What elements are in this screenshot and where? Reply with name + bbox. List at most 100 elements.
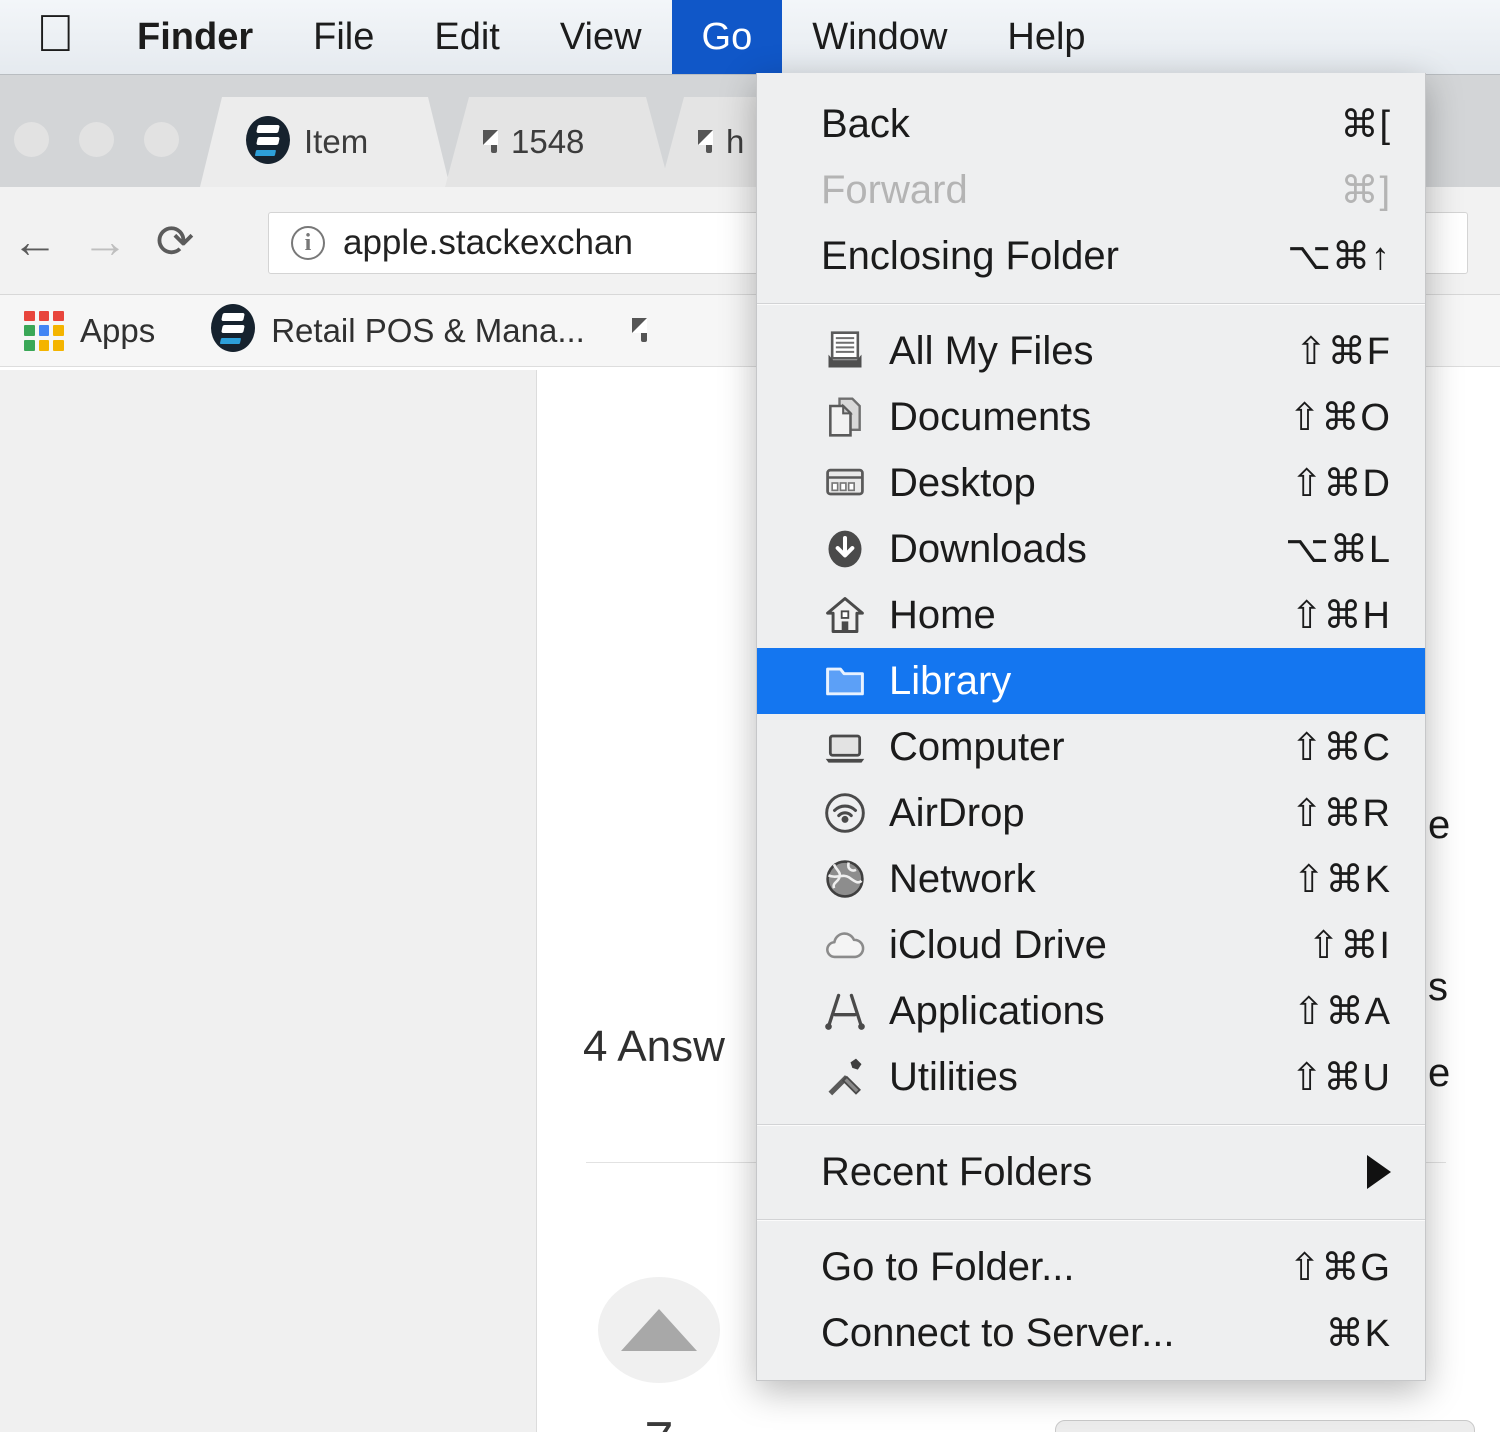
forward-arrow-icon[interactable]: → — [70, 218, 140, 264]
address-bar-url: apple.stackexchan — [343, 223, 633, 262]
menubar-item-edit-label: Edit — [395, 15, 499, 58]
menu-item-airdrop[interactable]: AirDrop ⇧⌘R — [757, 780, 1425, 846]
menu-item-icloud-drive[interactable]: iCloud Drive ⇧⌘I — [757, 912, 1425, 978]
menubar-item-file[interactable]: File — [283, 0, 404, 74]
folder-icon — [821, 659, 869, 703]
macos-menu-bar:  Finder File Edit View Go Window Help — [0, 0, 1500, 75]
page-left-sidebar — [0, 370, 537, 1432]
menu-separator — [757, 1219, 1425, 1220]
menu-item-forward-shortcut: ⌘] — [1340, 169, 1391, 212]
bookmark-document[interactable] — [627, 295, 661, 367]
menu-item-network-label: Network — [889, 856, 1036, 901]
menu-item-back[interactable]: Back ⌘[ — [757, 91, 1425, 157]
menu-item-downloads[interactable]: Downloads ⌥⌘L — [757, 516, 1425, 582]
menu-item-desktop[interactable]: Desktop ⇧⌘D — [757, 450, 1425, 516]
browser-tab-2-label: 1548 — [511, 123, 585, 160]
menu-item-utilities-label: Utilities — [889, 1054, 1018, 1099]
go-menu-dropdown: Back ⌘[ Forward ⌘] Enclosing Folder ⌥⌘↑ … — [756, 73, 1426, 1381]
menu-item-connect-to-server-label: Connect to Server... — [821, 1310, 1175, 1355]
content-fragment: s — [1428, 965, 1448, 1009]
menu-separator — [757, 1124, 1425, 1125]
menu-item-connect-to-server[interactable]: Connect to Server... ⌘K — [757, 1300, 1425, 1366]
bookmark-retail-pos-label: Retail POS & Mana... — [271, 311, 585, 349]
maximize-window-button[interactable] — [144, 122, 179, 157]
menu-item-all-my-files-label: All My Files — [889, 328, 1094, 373]
vote-count: 7 — [598, 1411, 720, 1432]
menu-item-applications-shortcut: ⇧⌘A — [1292, 990, 1391, 1033]
menu-item-utilities[interactable]: Utilities ⇧⌘U — [757, 1044, 1425, 1110]
menu-item-airdrop-shortcut: ⇧⌘R — [1290, 792, 1391, 835]
menu-item-home[interactable]: Home ⇧⌘H — [757, 582, 1425, 648]
menu-item-utilities-shortcut: ⇧⌘U — [1290, 1056, 1391, 1099]
desktop-icon — [821, 461, 869, 505]
applications-icon — [821, 989, 869, 1033]
bookmark-retail-pos[interactable]: Retail POS & Mana... — [197, 295, 599, 367]
menu-item-computer-label: Computer — [889, 724, 1065, 769]
menu-item-applications[interactable]: Applications ⇧⌘A — [757, 978, 1425, 1044]
menu-item-computer[interactable]: Computer ⇧⌘C — [757, 714, 1425, 780]
stackexchange-favicon — [211, 304, 256, 357]
menubar-item-finder-label: Finder — [98, 15, 253, 58]
menu-item-library[interactable]: Library — [757, 648, 1425, 714]
minimize-window-button[interactable] — [79, 122, 114, 157]
icloud-icon — [821, 923, 869, 967]
answers-heading: 4 Answ — [583, 1022, 725, 1071]
browser-tab-2[interactable]: 1548 — [445, 97, 670, 187]
browser-tab-1[interactable]: Item — [200, 97, 450, 187]
menu-item-go-to-folder-label: Go to Folder... — [821, 1244, 1075, 1289]
document-favicon — [491, 130, 497, 153]
menu-item-forward: Forward ⌘] — [757, 157, 1425, 223]
reload-icon[interactable]: ⟳ — [140, 218, 210, 264]
menu-item-icloud-drive-label: iCloud Drive — [889, 922, 1107, 967]
info-circle-icon[interactable]: i — [291, 226, 325, 260]
content-fragment: e — [1428, 1051, 1451, 1095]
menu-item-go-to-folder-shortcut: ⇧⌘G — [1288, 1246, 1391, 1289]
vote-block: 7 — [598, 1277, 720, 1432]
menu-item-enclosing-folder[interactable]: Enclosing Folder ⌥⌘↑ — [757, 223, 1425, 289]
menu-item-all-my-files[interactable]: All My Files ⇧⌘F — [757, 318, 1425, 384]
menu-item-go-to-folder[interactable]: Go to Folder... ⇧⌘G — [757, 1234, 1425, 1300]
menu-item-documents[interactable]: Documents ⇧⌘O — [757, 384, 1425, 450]
menu-item-enclosing-folder-shortcut: ⌥⌘↑ — [1287, 235, 1391, 278]
stackexchange-favicon — [246, 115, 290, 169]
downloads-icon — [821, 527, 869, 571]
all-my-files-icon — [821, 329, 869, 373]
submenu-chevron-right-icon — [1367, 1155, 1391, 1189]
menu-item-documents-label: Documents — [889, 394, 1092, 439]
menubar-item-go-label: Go — [662, 15, 753, 58]
browser-tab-3-label: h — [726, 123, 745, 160]
browser-tab-1-label: Item — [304, 123, 369, 160]
bookmark-apps[interactable]: Apps — [10, 295, 169, 367]
menu-item-home-label: Home — [889, 592, 996, 637]
vote-up-icon[interactable] — [598, 1277, 720, 1383]
menu-item-network[interactable]: Network ⇧⌘K — [757, 846, 1425, 912]
menubar-item-window-label: Window — [773, 15, 947, 58]
menubar-item-window[interactable]: Window — [782, 0, 977, 74]
menu-item-library-label: Library — [889, 658, 1012, 703]
close-window-button[interactable] — [14, 122, 49, 157]
documents-icon — [821, 395, 869, 439]
home-icon — [821, 593, 869, 637]
menubar-item-help-label: Help — [968, 15, 1085, 58]
menubar-item-edit[interactable]: Edit — [404, 0, 529, 74]
menu-item-applications-label: Applications — [889, 988, 1105, 1033]
menubar-item-go[interactable]: Go — [662, 0, 783, 74]
menu-item-all-my-files-shortcut: ⇧⌘F — [1294, 330, 1391, 373]
menu-item-recent-folders-label: Recent Folders — [821, 1149, 1093, 1194]
menu-item-network-shortcut: ⇧⌘K — [1292, 858, 1391, 901]
menu-item-desktop-shortcut: ⇧⌘D — [1290, 462, 1391, 505]
menubar-item-view[interactable]: View — [530, 0, 672, 74]
airdrop-icon — [821, 791, 869, 835]
finder-window-background[interactable]: Devices — [1055, 1420, 1475, 1432]
back-arrow-icon[interactable]: ← — [0, 218, 70, 264]
menu-item-home-shortcut: ⇧⌘H — [1290, 594, 1391, 637]
document-favicon — [640, 318, 647, 342]
menubar-item-finder[interactable]: Finder — [107, 0, 283, 74]
window-controls[interactable] — [14, 122, 179, 157]
menu-item-recent-folders[interactable]: Recent Folders — [757, 1139, 1425, 1205]
menu-item-back-label: Back — [821, 101, 910, 146]
apple-logo-icon[interactable]:  — [0, 0, 107, 74]
menu-separator — [757, 303, 1425, 304]
menubar-item-help[interactable]: Help — [977, 0, 1115, 74]
menu-item-enclosing-folder-label: Enclosing Folder — [821, 233, 1119, 278]
